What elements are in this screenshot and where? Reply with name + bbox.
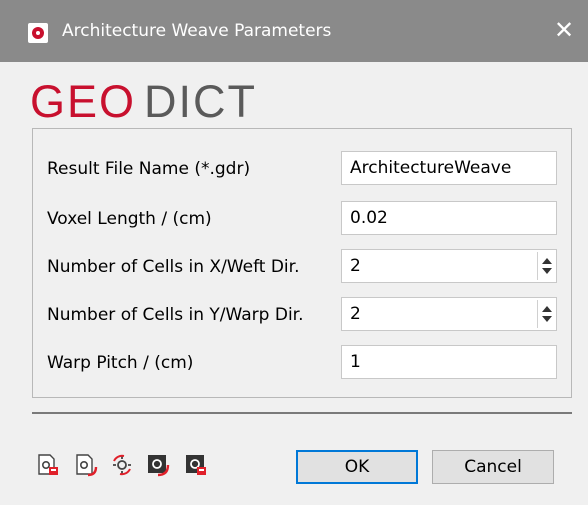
cells-y-row: Number of Cells in Y/Warp Dir. 2	[33, 297, 573, 331]
run-macro-icon[interactable]	[146, 453, 170, 477]
save-settings-icon[interactable]	[74, 453, 98, 477]
warp-pitch-input[interactable]: 1	[341, 345, 557, 379]
dialog-window: Architecture Weave Parameters ✕ GEO DICT …	[0, 0, 588, 505]
window-title: Architecture Weave Parameters	[62, 21, 332, 41]
ok-button[interactable]: OK	[296, 450, 418, 484]
warp-pitch-row: Warp Pitch / (cm) 1	[33, 345, 573, 379]
title-bar: Architecture Weave Parameters ✕	[0, 0, 588, 62]
result-file-name-input[interactable]: ArchitectureWeave	[341, 151, 557, 185]
logo-text-geo: GEO	[30, 76, 137, 127]
voxel-length-label: Voxel Length / (cm)	[47, 209, 212, 229]
spin-up-icon[interactable]	[542, 306, 552, 312]
cells-y-spin-buttons	[537, 300, 555, 328]
cancel-button[interactable]: Cancel	[432, 450, 554, 484]
result-file-name-row: Result File Name (*.gdr) ArchitectureWea…	[33, 151, 573, 185]
warp-pitch-label: Warp Pitch / (cm)	[47, 353, 194, 373]
geodict-logo: GEO DICT	[30, 76, 258, 127]
cells-y-label: Number of Cells in Y/Warp Dir.	[47, 305, 304, 325]
result-file-name-label: Result File Name (*.gdr)	[47, 159, 251, 179]
spin-down-icon[interactable]	[542, 268, 552, 274]
voxel-length-input[interactable]: 0.02	[341, 201, 557, 235]
load-settings-icon[interactable]	[36, 453, 60, 477]
cells-x-row: Number of Cells in X/Weft Dir. 2	[33, 249, 573, 283]
spin-up-icon[interactable]	[542, 258, 552, 264]
reset-settings-icon[interactable]	[110, 453, 134, 477]
cells-y-spinbox[interactable]: 2	[341, 297, 557, 331]
cells-x-value: 2	[350, 256, 361, 276]
cells-x-spinbox[interactable]: 2	[341, 249, 557, 283]
cells-x-label: Number of Cells in X/Weft Dir.	[47, 257, 300, 277]
record-macro-icon[interactable]	[184, 453, 208, 477]
cells-y-value: 2	[350, 304, 361, 324]
parameters-group: Result File Name (*.gdr) ArchitectureWea…	[32, 128, 572, 398]
voxel-length-row: Voxel Length / (cm) 0.02	[33, 201, 573, 235]
bottom-separator	[32, 412, 572, 414]
spin-down-icon[interactable]	[542, 316, 552, 322]
logo-text-dict: DICT	[144, 76, 258, 127]
cells-x-spin-buttons	[537, 252, 555, 280]
close-icon[interactable]: ✕	[548, 15, 580, 47]
geodict-app-icon	[28, 23, 48, 43]
